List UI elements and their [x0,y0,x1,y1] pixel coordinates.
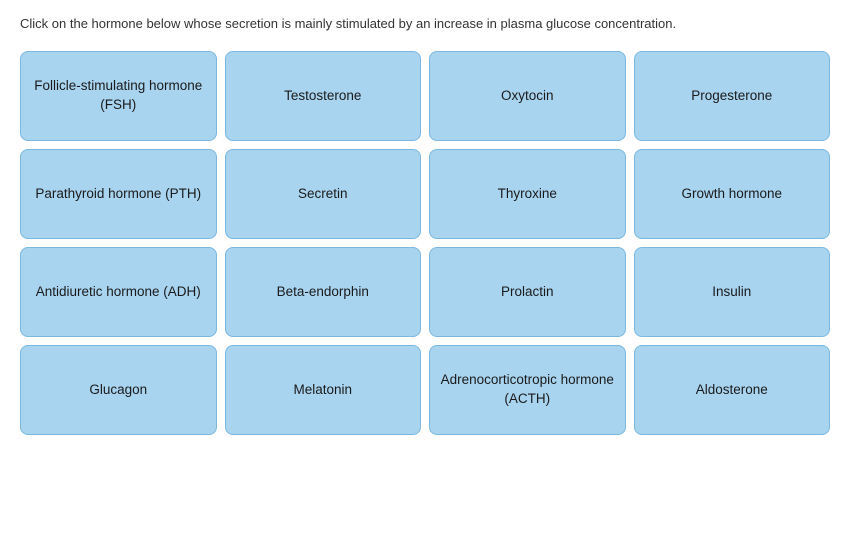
hormone-cell-melatonin[interactable]: Melatonin [225,345,422,435]
instruction-text: Click on the hormone below whose secreti… [20,15,830,33]
hormone-cell-oxytocin[interactable]: Oxytocin [429,51,626,141]
hormone-cell-beta-endorphin[interactable]: Beta-endorphin [225,247,422,337]
hormone-cell-thyroxine[interactable]: Thyroxine [429,149,626,239]
hormone-cell-adh[interactable]: Antidiuretic hormone (ADH) [20,247,217,337]
hormone-cell-growth-hormone[interactable]: Growth hormone [634,149,831,239]
hormone-cell-progesterone[interactable]: Progesterone [634,51,831,141]
hormone-grid: Follicle-stimulating hormone (FSH)Testos… [20,51,830,435]
hormone-cell-testosterone[interactable]: Testosterone [225,51,422,141]
hormone-cell-fsh[interactable]: Follicle-stimulating hormone (FSH) [20,51,217,141]
hormone-cell-pth[interactable]: Parathyroid hormone (PTH) [20,149,217,239]
hormone-cell-prolactin[interactable]: Prolactin [429,247,626,337]
hormone-cell-insulin[interactable]: Insulin [634,247,831,337]
hormone-cell-glucagon[interactable]: Glucagon [20,345,217,435]
hormone-cell-acth[interactable]: Adrenocorticotropic hormone (ACTH) [429,345,626,435]
hormone-cell-aldosterone[interactable]: Aldosterone [634,345,831,435]
hormone-cell-secretin[interactable]: Secretin [225,149,422,239]
